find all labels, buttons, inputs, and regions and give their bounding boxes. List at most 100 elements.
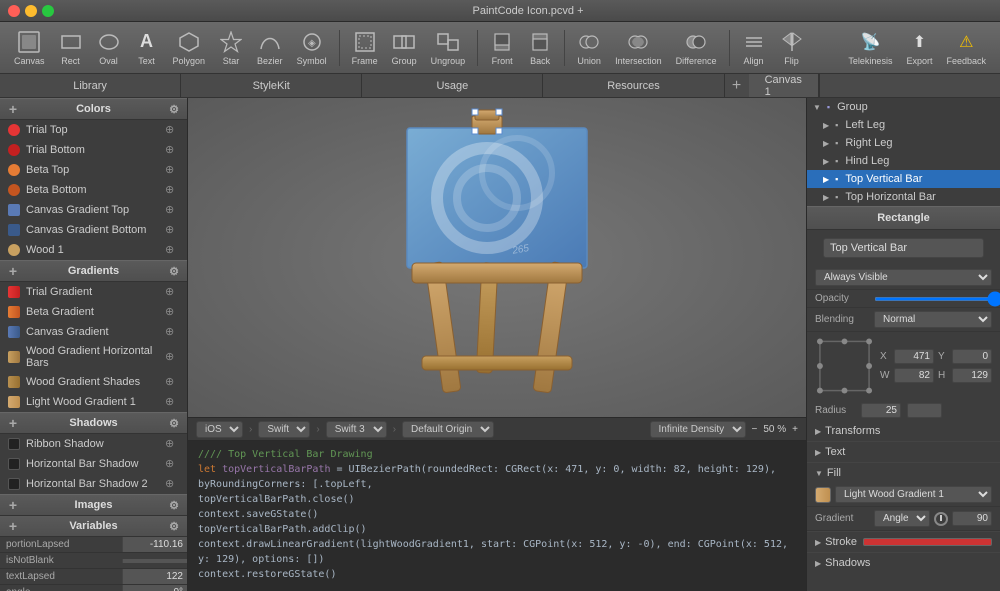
maximize-button[interactable] <box>42 5 54 17</box>
transforms-section[interactable]: ▶ Transforms <box>807 421 1000 441</box>
bezier-tool[interactable]: Bezier <box>251 26 289 70</box>
shadows-add-button[interactable]: + <box>6 416 20 430</box>
images-add-button[interactable]: + <box>6 498 20 512</box>
w-input[interactable] <box>894 368 934 383</box>
gradient-angle-dial[interactable] <box>934 512 948 526</box>
tab-library[interactable]: Library <box>0 74 181 97</box>
gradient-add-icon[interactable]: ⊕ <box>165 325 179 339</box>
list-item[interactable]: Horizontal Bar Shadow ⊕ <box>0 454 187 474</box>
colors-add-button[interactable]: + <box>6 102 20 116</box>
x-input[interactable] <box>894 349 934 364</box>
gradient-add-icon[interactable]: ⊕ <box>165 285 179 299</box>
zoom-minus[interactable]: − <box>752 424 758 435</box>
list-item[interactable]: Canvas Gradient Bottom ⊕ <box>0 220 187 240</box>
shadows-settings-button[interactable]: ⚙ <box>167 416 181 430</box>
export-tool[interactable]: ⬆ Export <box>900 26 938 70</box>
radius-extra-input[interactable] <box>907 403 942 418</box>
tab-usage[interactable]: Usage <box>362 74 543 97</box>
feedback-tool[interactable]: ⚠ Feedback <box>940 26 992 70</box>
tree-item-top-vertical-bar[interactable]: ▶ ▪ Top Vertical Bar <box>807 170 1000 188</box>
tree-item-hind-leg[interactable]: ▶ ▪ Hind Leg <box>807 152 1000 170</box>
shadow-add-icon[interactable]: ⊕ <box>165 437 179 451</box>
tab-resources[interactable]: Resources <box>543 74 724 97</box>
zoom-plus[interactable]: + <box>792 424 798 435</box>
stroke-color-preview[interactable] <box>863 538 992 546</box>
group-tool[interactable]: Group <box>386 26 423 70</box>
gradient-add-icon[interactable]: ⊕ <box>165 395 179 409</box>
front-tool[interactable]: Front <box>484 26 520 70</box>
canvas-tool[interactable]: Canvas <box>8 26 51 70</box>
var-value[interactable]: 0° <box>122 585 187 591</box>
intersection-tool[interactable]: Intersection <box>609 26 668 70</box>
list-item[interactable]: Horizontal Bar Shadow 2 ⊕ <box>0 474 187 494</box>
list-item[interactable]: Canvas Gradient Top ⊕ <box>0 200 187 220</box>
colors-settings-button[interactable]: ⚙ <box>167 102 181 116</box>
stroke-section[interactable]: ▶ Stroke <box>807 531 1000 552</box>
opacity-slider[interactable] <box>874 297 1000 301</box>
var-value[interactable] <box>122 559 187 563</box>
var-value[interactable]: -110.16 <box>122 537 187 552</box>
list-item[interactable]: Canvas Gradient ⊕ <box>0 322 187 342</box>
text-section[interactable]: ▶ Text <box>807 441 1000 462</box>
list-item[interactable]: Beta Bottom ⊕ <box>0 180 187 200</box>
list-item[interactable]: Trial Top ⊕ <box>0 120 187 140</box>
gradient-type-select[interactable]: Angle <box>874 510 930 527</box>
shadow-add-icon[interactable]: ⊕ <box>165 457 179 471</box>
list-item[interactable]: Beta Top ⊕ <box>0 160 187 180</box>
var-value[interactable]: 122 <box>122 569 187 584</box>
density-select[interactable]: Infinite Density <box>650 421 746 438</box>
visibility-select[interactable]: Always Visible <box>815 269 992 286</box>
list-item[interactable]: Wood Gradient Horizontal Bars ⊕ <box>0 342 187 372</box>
y-input[interactable] <box>952 349 992 364</box>
close-button[interactable] <box>8 5 20 17</box>
list-item[interactable]: Wood Gradient Shades ⊕ <box>0 372 187 392</box>
minimize-button[interactable] <box>25 5 37 17</box>
symbol-tool[interactable]: ◈ Symbol <box>291 26 333 70</box>
tree-item-top-horizontal-bar[interactable]: ▶ ▪ Top Horizontal Bar <box>807 188 1000 206</box>
shadows-section-expand[interactable]: ▶ Shadows <box>807 552 1000 573</box>
canvas-area[interactable]: 265 <box>188 98 806 417</box>
gradient-add-icon[interactable]: ⊕ <box>165 375 179 389</box>
origin-select[interactable]: Default Origin <box>402 421 494 438</box>
star-tool[interactable]: Star <box>213 26 249 70</box>
language-select[interactable]: Swift <box>258 421 310 438</box>
color-add-icon[interactable]: ⊕ <box>165 123 179 137</box>
tab-stylekit[interactable]: StyleKit <box>181 74 362 97</box>
blending-select[interactable]: Normal <box>874 311 992 328</box>
fill-gradient-select[interactable]: Light Wood Gradient 1 <box>835 486 992 503</box>
images-settings-button[interactable]: ⚙ <box>167 498 181 512</box>
list-item[interactable]: Trial Gradient ⊕ <box>0 282 187 302</box>
back-tool[interactable]: Back <box>522 26 558 70</box>
tab-add-button[interactable]: + <box>725 74 749 97</box>
gradients-add-button[interactable]: + <box>6 264 20 278</box>
color-add-icon[interactable]: ⊕ <box>165 143 179 157</box>
variables-settings-button[interactable]: ⚙ <box>167 519 181 533</box>
color-add-icon[interactable]: ⊕ <box>165 163 179 177</box>
gradient-add-icon[interactable]: ⊕ <box>165 350 179 364</box>
ungroup-tool[interactable]: Ungroup <box>425 26 472 70</box>
platform-select[interactable]: iOS <box>196 421 243 438</box>
align-tool[interactable]: Align <box>736 26 772 70</box>
list-item[interactable]: Trial Bottom ⊕ <box>0 140 187 160</box>
radius-input[interactable] <box>861 403 901 418</box>
tree-item-right-leg[interactable]: ▶ ▪ Right Leg <box>807 134 1000 152</box>
fill-section-header[interactable]: ▼ Fill <box>807 462 1000 483</box>
color-add-icon[interactable]: ⊕ <box>165 183 179 197</box>
gradients-settings-button[interactable]: ⚙ <box>167 264 181 278</box>
color-add-icon[interactable]: ⊕ <box>165 203 179 217</box>
gradient-angle-input[interactable] <box>952 511 992 526</box>
list-item[interactable]: Light Wood Gradient 1 ⊕ <box>0 392 187 412</box>
list-item[interactable]: Beta Gradient ⊕ <box>0 302 187 322</box>
union-tool[interactable]: Union <box>571 26 607 70</box>
code-area[interactable]: //// Top Vertical Bar Drawing let topVer… <box>188 441 806 591</box>
shape-name-input[interactable] <box>823 238 984 258</box>
difference-tool[interactable]: Difference <box>670 26 723 70</box>
polygon-tool[interactable]: Polygon <box>167 26 212 70</box>
text-tool[interactable]: A Text <box>129 26 165 70</box>
telekinesis-tool[interactable]: 📡 Telekinesis <box>842 26 898 70</box>
h-input[interactable] <box>952 368 992 383</box>
fill-color-swatch[interactable] <box>815 487 831 503</box>
tree-item-left-leg[interactable]: ▶ ▪ Left Leg <box>807 116 1000 134</box>
color-add-icon[interactable]: ⊕ <box>165 243 179 257</box>
tree-item-group[interactable]: ▼ ▪ Group <box>807 98 1000 116</box>
